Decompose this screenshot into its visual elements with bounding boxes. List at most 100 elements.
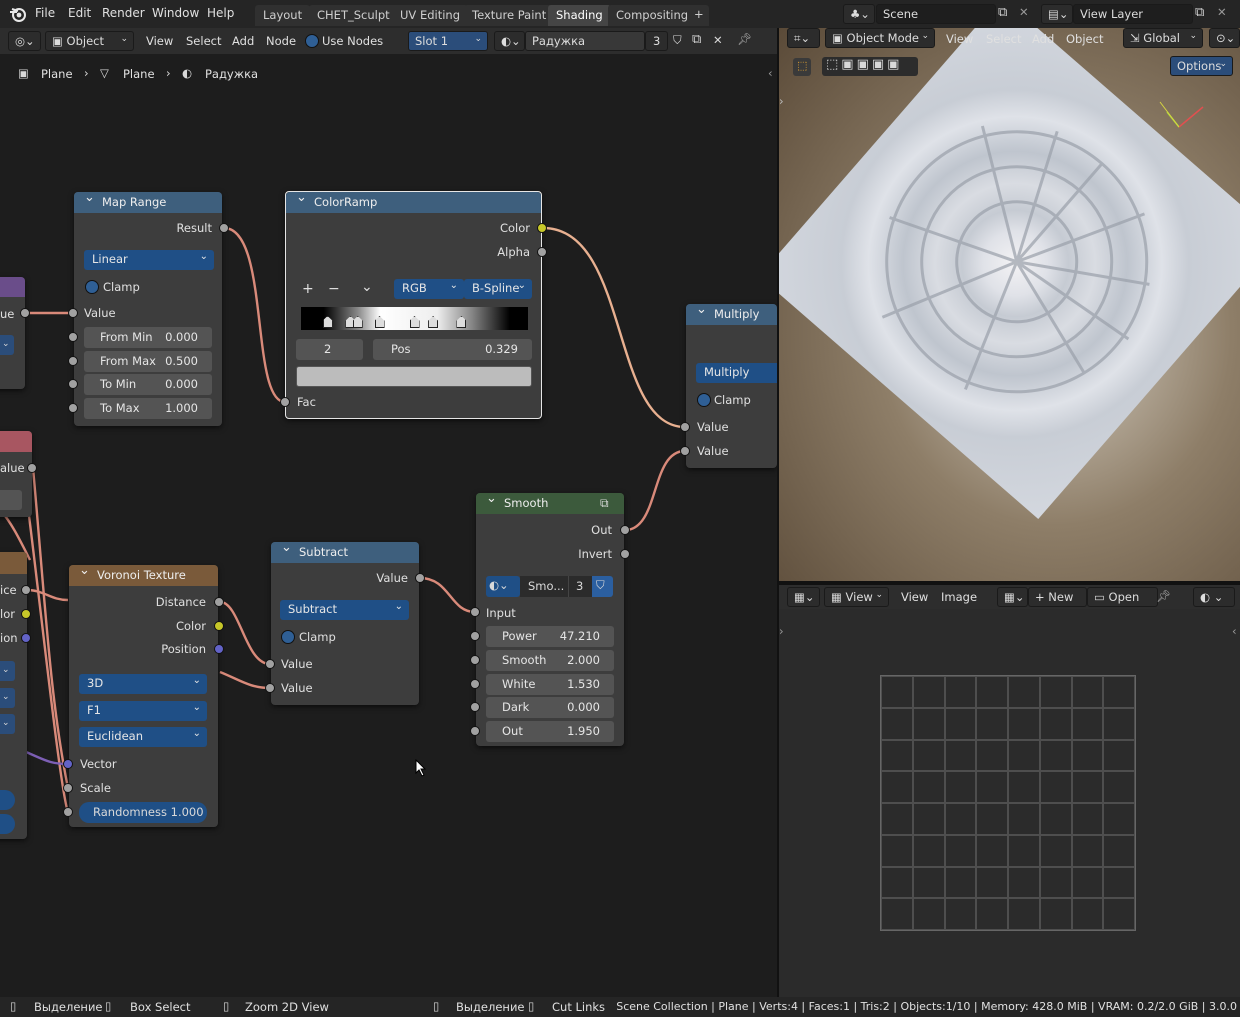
value-socket[interactable] [680,446,690,456]
multiply-node[interactable]: Multiply Multiply Clamp Value Value [686,302,777,468]
open-image-button[interactable]: ▭ Open [1087,587,1158,607]
add-stop-button[interactable]: + [302,281,314,297]
view-layer-field[interactable]: View Layer [1073,4,1193,24]
dropdown-fragment[interactable]: ⌄ [0,714,15,734]
menu-select[interactable]: Select [986,32,1021,46]
toolbar-toggle-chevron-icon[interactable]: › [779,624,784,638]
ramp-stops[interactable] [301,307,528,330]
sidebar-toggle-chevron-icon[interactable]: ‹ [1232,624,1237,638]
feature-dropdown[interactable]: F1 ⌄ [79,701,207,721]
dark-field[interactable]: Dark 0.000 [486,697,614,718]
image-browse-icon[interactable]: ▦⌄ [997,587,1028,607]
smooth-group-node[interactable]: Smooth ⧉ Out Invert ◐⌄ Smo... 3 ⛉ Input … [476,491,624,746]
white-field[interactable]: White 1.530 [486,674,614,695]
out-field[interactable]: Out 1.950 [486,721,614,742]
delete-scene-icon[interactable]: ✕ [1019,5,1029,19]
alpha-socket[interactable] [537,247,547,257]
randomness-field[interactable]: Randomness 1.000 [79,802,207,823]
active-stop-index-field[interactable]: 2 [296,339,363,360]
menu-object[interactable]: Object [1066,32,1103,46]
socket[interactable] [20,308,30,318]
to-max-field[interactable]: To Max 1.000 [84,398,212,419]
delete-view-layer-icon[interactable]: ✕ [1217,5,1227,19]
socket[interactable] [21,609,31,619]
value-socket[interactable] [68,308,78,318]
from-max-field[interactable]: From Max 0.500 [84,351,212,372]
operation-dropdown[interactable]: Subtract ⌄ [280,600,409,620]
field-fragment[interactable] [0,814,15,834]
fake-user-shield-icon[interactable]: ⛉ [592,576,613,597]
field-fragment[interactable] [0,790,15,810]
field-fragment[interactable] [0,490,22,510]
from-min-field[interactable]: From Min 0.000 [84,327,212,348]
power-field[interactable]: Power 47.210 [486,626,614,647]
scene-field[interactable]: Scene [876,4,996,24]
dropdown-fragment[interactable]: ⌄ [0,661,15,681]
position-socket[interactable] [214,644,224,654]
invert-socket[interactable] [620,549,630,559]
to-max-socket[interactable] [68,403,78,413]
dropdown-fragment[interactable]: ⌄ [0,335,14,355]
clamp-checkbox[interactable] [85,280,99,294]
pin-icon[interactable]: 📌︎ [1156,589,1171,603]
from-max-socket[interactable] [68,356,78,366]
new-image-button[interactable]: + New [1028,587,1087,607]
orientation-dropdown[interactable]: ⇲ Global ⌄ [1123,28,1203,48]
select-mode-icons[interactable]: ⬚▣▣▣▣ [822,57,918,76]
vector-socket[interactable] [63,759,73,769]
node-header[interactable]: Subtract [271,540,419,563]
value-socket[interactable] [265,683,275,693]
value-out-socket[interactable] [415,573,425,583]
color-mode-dropdown[interactable]: RGB ⌄ [394,279,464,299]
stop-color-swatch[interactable] [296,366,532,387]
smooth-field[interactable]: Smooth 2.000 [486,650,614,671]
color-socket[interactable] [537,223,547,233]
voronoi-texture-node[interactable]: Voronoi Texture Distance Color Position … [69,563,218,827]
editor-type-icon[interactable]: ▦⌄ [787,587,820,607]
remove-stop-button[interactable]: − [328,281,340,297]
ramp-stop-handle[interactable] [374,316,385,328]
smooth-socket[interactable] [470,655,480,665]
node-header[interactable]: Map Range [74,190,222,213]
fac-socket[interactable] [280,397,290,407]
toolbar-toggle-chevron-icon[interactable]: › [779,94,784,108]
dropdown-fragment[interactable]: ⌄ [0,688,15,708]
subtract-node[interactable]: Subtract Value Subtract⌄ Clamp Value Val… [271,540,419,705]
from-min-socket[interactable] [68,332,78,342]
value-socket[interactable] [265,659,275,669]
clamp-checkbox[interactable] [697,393,711,407]
partial-node[interactable]: ice lor ion ⌄ ⌄ ⌄ [0,552,27,839]
distance-metric-dropdown[interactable]: Euclidean ⌄ [79,727,207,747]
dimensions-dropdown[interactable]: 3D ⌄ [79,674,207,694]
node-group-name-field[interactable]: Smo... [520,576,568,597]
pivot-icon[interactable]: ⊙⌄ [1209,28,1240,48]
value-socket[interactable] [680,422,690,432]
ramp-menu-chevron-icon[interactable]: ⌄ [361,279,373,295]
menu-image[interactable]: Image [941,590,977,604]
white-socket[interactable] [470,679,480,689]
to-min-field[interactable]: To Min 0.000 [84,374,212,395]
stop-position-field[interactable]: Pos 0.329 [373,339,532,360]
options-dropdown[interactable]: Options ⌄ [1170,56,1233,76]
ramp-stop-handle[interactable] [352,316,363,328]
distance-socket[interactable] [214,597,224,607]
editor-type-icon[interactable]: ⌗⌄ [787,28,820,48]
node-group-browse-icon[interactable]: ◐⌄ [486,576,520,597]
colorramp-node[interactable]: ColorRamp Color Alpha + − ⌄ RGB⌄ B-Splin… [285,190,542,419]
socket[interactable] [27,463,37,473]
partial-node[interactable]: ue ⌄ [0,277,25,389]
interpolation-dropdown[interactable]: B-Spline ⌄ [464,279,532,299]
ramp-stop-handle[interactable] [456,316,467,328]
ramp-stop-handle[interactable] [322,316,333,328]
map-range-node[interactable]: Map Range Result Linear⌄ Clamp Value Fro… [74,190,222,426]
power-socket[interactable] [470,631,480,641]
node-header[interactable]: ColorRamp [286,190,541,213]
node-group-users-count[interactable]: 3 [568,576,592,597]
result-socket[interactable] [219,223,229,233]
menu-view[interactable]: View [946,32,973,46]
ramp-stop-handle[interactable] [428,316,439,328]
new-view-layer-icon[interactable]: ⧉ [1195,5,1204,20]
dark-socket[interactable] [470,702,480,712]
scene-icon[interactable]: ♣⌄ [843,4,875,24]
clamp-checkbox[interactable] [281,630,295,644]
